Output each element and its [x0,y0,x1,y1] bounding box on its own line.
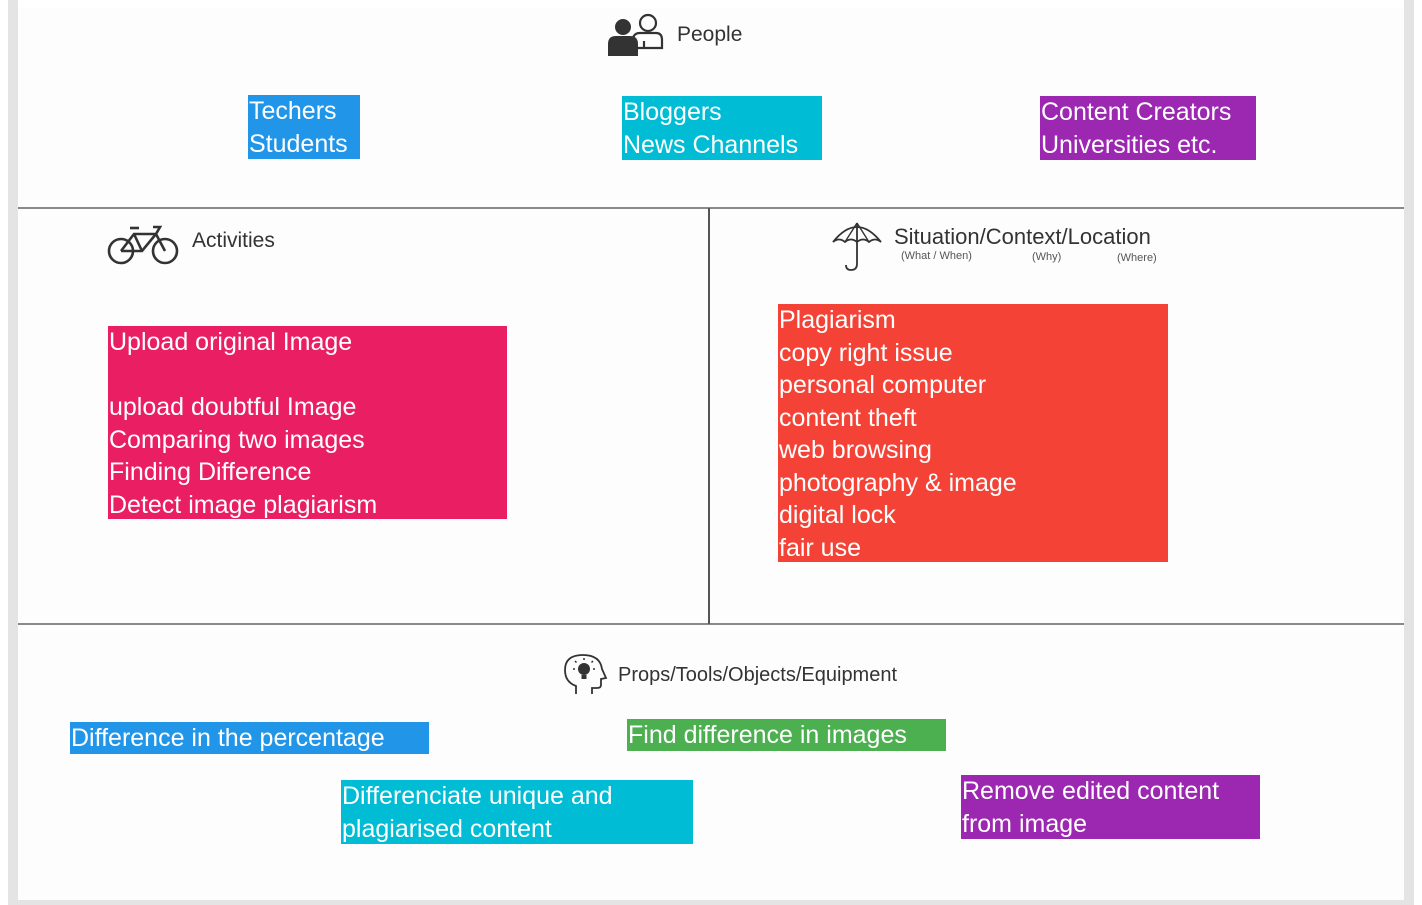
props-title: Props/Tools/Objects/Equipment [618,664,898,686]
situation-subtitle-what-when: (What / When) [901,250,972,262]
situation-subtitle-where: (Where) [1117,252,1157,264]
scenario-board: People Techers Students Bloggers News Ch… [0,0,1422,905]
situation-heading: Situation/Context/Location [830,220,1151,272]
idea-head-icon [562,652,608,696]
left-border [8,0,18,905]
bicycle-icon [106,222,182,268]
right-border [1404,0,1414,905]
props-heading: Props/Tools/Objects/Equipment [562,652,897,696]
people-note-content-creators: Content Creators Universities etc. [1040,96,1256,160]
people-icon [604,12,664,58]
activities-title: Activities [192,229,275,252]
situation-note: Plagiarism copy right issue personal com… [778,304,1168,562]
activities-heading: Activities [106,222,275,268]
divider-top [18,207,1404,209]
umbrella-icon [830,220,884,272]
bottom-border [8,900,1414,905]
people-heading: People [604,12,742,58]
situation-subtitle-why: (Why) [1032,251,1062,263]
people-note-bloggers: Bloggers News Channels [622,96,822,160]
props-note-remove-edited: Remove edited content from image [961,775,1260,839]
situation-title: Situation/Context/Location [894,224,1151,249]
divider-middle [708,208,710,624]
props-note-find-difference: Find difference in images [627,719,946,751]
people-note-techers: Techers Students [248,95,360,159]
props-note-differenciate-content: Differenciate unique and plagiarised con… [341,780,693,844]
props-note-difference-percentage: Difference in the percentage [70,722,429,754]
divider-bottom [18,623,1404,625]
activities-note: Upload original Image upload doubtful Im… [108,326,507,519]
people-title: People [677,23,743,46]
